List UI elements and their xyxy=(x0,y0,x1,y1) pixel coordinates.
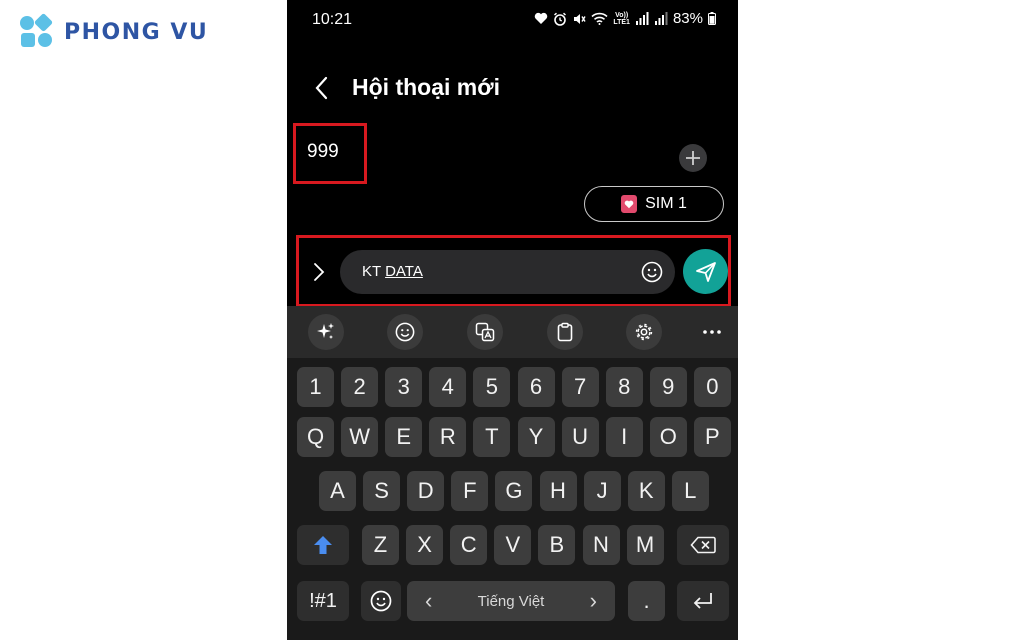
key-h[interactable]: H xyxy=(539,471,577,511)
key-2[interactable]: 2 xyxy=(341,367,379,407)
symbols-key[interactable]: !#1 xyxy=(297,581,349,621)
emoji-key[interactable] xyxy=(361,581,401,621)
key-q[interactable]: Q xyxy=(297,417,334,457)
key-7[interactable]: 7 xyxy=(561,367,599,407)
logo-mark-icon xyxy=(20,12,58,50)
backspace-icon xyxy=(690,536,716,554)
battery-icon xyxy=(708,12,716,25)
key-v[interactable]: V xyxy=(494,525,532,565)
key-a[interactable]: A xyxy=(319,471,356,511)
shift-key[interactable] xyxy=(297,525,349,565)
mute-icon xyxy=(574,13,586,24)
key-p[interactable]: P xyxy=(693,417,731,457)
sim-heart-icon xyxy=(621,195,638,213)
logo-text: PHONG VU xyxy=(64,19,209,45)
key-i[interactable]: I xyxy=(605,417,643,457)
key-c[interactable]: C xyxy=(450,525,488,565)
period-key[interactable]: . xyxy=(628,581,665,621)
space-label: Tiếng Việt xyxy=(477,592,545,610)
emoji-panel-button[interactable] xyxy=(387,314,423,350)
brand-logo: PHONG VU xyxy=(20,12,209,50)
key-z[interactable]: Z xyxy=(362,525,399,565)
status-bar: 10:21 Vo)) LTE1 83% xyxy=(287,0,738,40)
highlight-box-message xyxy=(296,235,731,307)
key-y[interactable]: Y xyxy=(517,417,555,457)
key-w[interactable]: W xyxy=(341,417,379,457)
language-next-icon: › xyxy=(589,588,597,613)
key-x[interactable]: X xyxy=(406,525,444,565)
key-u[interactable]: U xyxy=(561,417,599,457)
key-g[interactable]: G xyxy=(495,471,533,511)
key-b[interactable]: B xyxy=(538,525,576,565)
key-9[interactable]: 9 xyxy=(649,367,687,407)
emoji-icon xyxy=(395,322,415,342)
add-recipient-button[interactable] xyxy=(679,144,707,172)
alarm-icon xyxy=(554,12,567,26)
key-3[interactable]: 3 xyxy=(385,367,423,407)
status-time: 10:21 xyxy=(312,11,353,28)
plus-icon xyxy=(686,151,700,165)
more-icon xyxy=(703,330,721,334)
key-n[interactable]: N xyxy=(582,525,620,565)
sim-label: SIM 1 xyxy=(645,195,687,212)
keyboard: 1234567890 QWERTYUIOP ASDFGHJKL ZXCVBNM … xyxy=(287,306,738,640)
key-f[interactable]: F xyxy=(451,471,489,511)
battery-percent: 83% xyxy=(672,10,703,27)
signal-icon-1 xyxy=(635,12,649,25)
chevron-left-icon xyxy=(315,76,328,100)
translate-icon xyxy=(475,322,495,342)
more-options-button[interactable] xyxy=(694,314,730,350)
phone-screen: 10:21 Vo)) LTE1 83% Hội thoại mới 999 SI… xyxy=(287,0,738,640)
volte-indicator: Vo)) LTE1 xyxy=(613,11,630,26)
back-button[interactable] xyxy=(309,74,337,102)
settings-icon xyxy=(635,323,653,341)
clipboard-button[interactable] xyxy=(547,314,583,350)
key-8[interactable]: 8 xyxy=(605,367,643,407)
key-5[interactable]: 5 xyxy=(473,367,511,407)
emoji-icon xyxy=(370,590,392,612)
translate-button[interactable] xyxy=(467,314,503,350)
conversation-header: Hội thoại mới xyxy=(287,66,738,110)
signal-icon-2 xyxy=(654,12,668,25)
heart-icon xyxy=(535,12,548,24)
clipboard-icon xyxy=(557,322,573,342)
language-prev-icon: ‹ xyxy=(425,588,433,613)
wifi-icon xyxy=(591,12,608,25)
backspace-key[interactable] xyxy=(677,525,729,565)
space-key[interactable]: ‹ Tiếng Việt › xyxy=(407,581,615,621)
key-j[interactable]: J xyxy=(583,471,621,511)
sparkle-icon xyxy=(317,323,334,339)
key-4[interactable]: 4 xyxy=(429,367,467,407)
keyboard-settings-button[interactable] xyxy=(626,314,662,350)
highlight-box-recipient xyxy=(293,123,367,184)
key-t[interactable]: T xyxy=(473,417,511,457)
key-0[interactable]: 0 xyxy=(693,367,731,407)
key-m[interactable]: M xyxy=(626,525,664,565)
key-r[interactable]: R xyxy=(429,417,467,457)
enter-icon xyxy=(693,593,712,609)
ai-button[interactable] xyxy=(308,314,344,350)
key-1[interactable]: 1 xyxy=(297,367,334,407)
key-s[interactable]: S xyxy=(363,471,401,511)
keyboard-toolbar xyxy=(287,306,738,358)
key-l[interactable]: L xyxy=(671,471,709,511)
enter-key[interactable] xyxy=(677,581,729,621)
status-icons: Vo)) LTE1 83% xyxy=(534,10,716,27)
key-d[interactable]: D xyxy=(407,471,445,511)
page-title: Hội thoại mới xyxy=(352,74,500,100)
sim-select-button[interactable]: SIM 1 xyxy=(584,186,724,222)
shift-icon xyxy=(314,536,332,554)
key-6[interactable]: 6 xyxy=(517,367,555,407)
key-e[interactable]: E xyxy=(385,417,423,457)
key-k[interactable]: K xyxy=(627,471,665,511)
key-o[interactable]: O xyxy=(649,417,687,457)
